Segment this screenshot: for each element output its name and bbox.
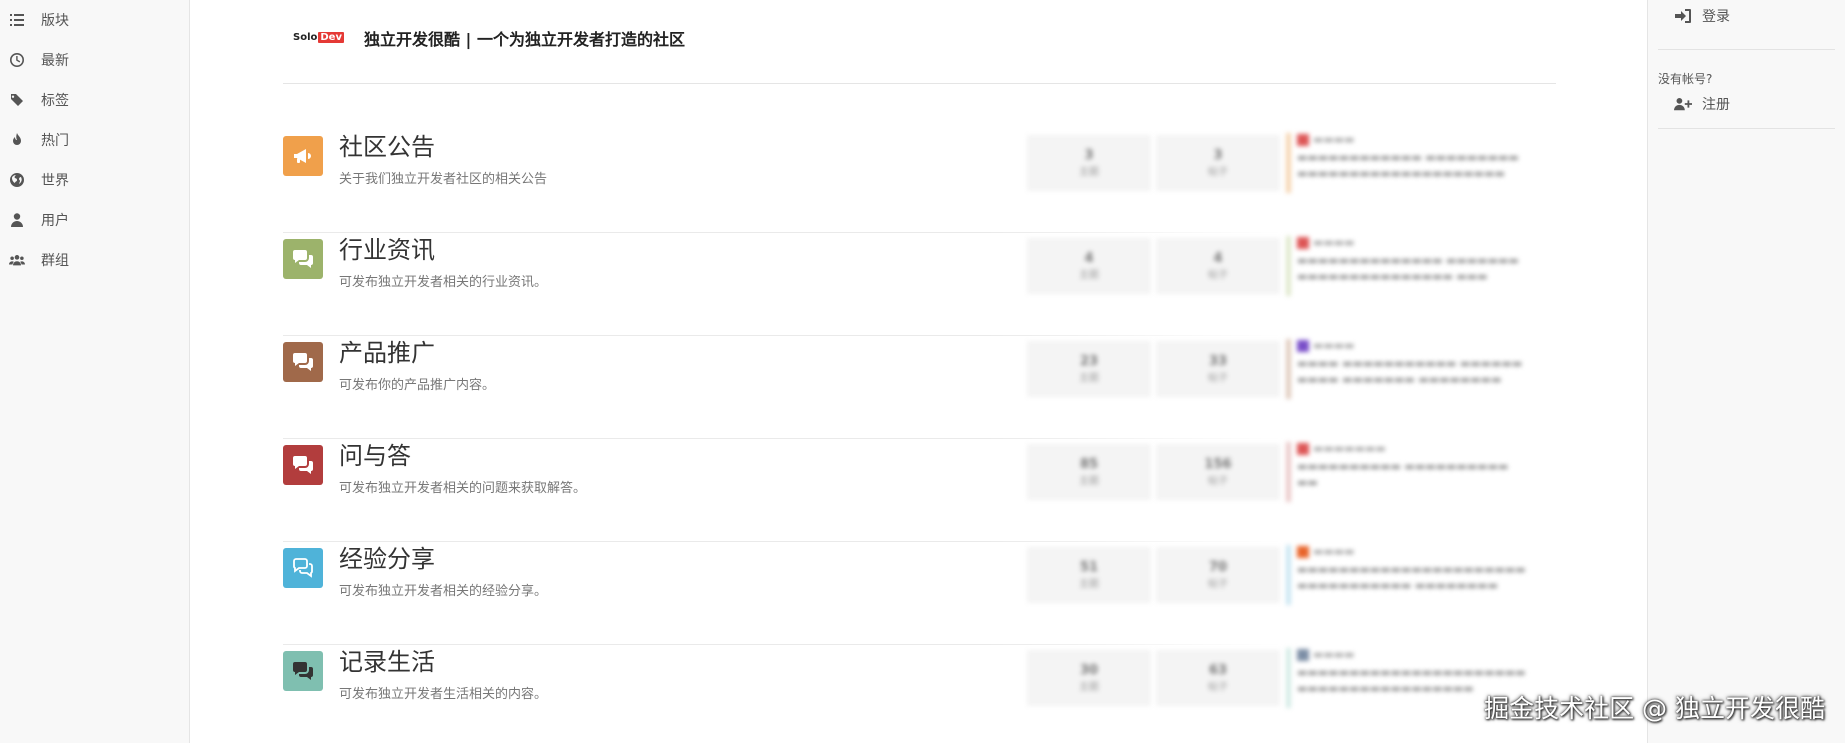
register-label: 注册: [1702, 96, 1730, 113]
topics-count: 85 主题: [1027, 444, 1151, 500]
nav-label: 最新: [41, 53, 69, 69]
category-description: 可发布独立开发者生活相关的内容。: [339, 687, 548, 702]
category-title[interactable]: 问与答: [339, 441, 979, 471]
category-text: 产品推广 可发布你的产品推广内容。: [339, 339, 979, 393]
latest-post-teaser[interactable]: ▬▬▬▬ ▬▬▬▬ ▬▬▬▬▬▬▬▬▬▬▬ ▬▬▬▬▬▬ ▬▬▬▬ ▬▬▬▬▬▬▬…: [1286, 339, 1556, 399]
category-description: 可发布你的产品推广内容。: [339, 378, 496, 393]
category-row: 社区公告 关于我们独立开发者社区的相关公告 3 主题 3 帖子 ▬▬▬▬ ▬▬▬▬▬…: [283, 133, 1556, 239]
register-link[interactable]: 注册: [1658, 87, 1835, 129]
nav-item-popular[interactable]: 热门: [0, 120, 189, 160]
comments-icon: [293, 250, 313, 268]
category-title[interactable]: 经验分享: [339, 544, 979, 574]
user-plus-icon: [1674, 97, 1692, 110]
comments-icon: [293, 353, 313, 371]
nav-label: 群组: [41, 253, 69, 269]
category-icon-box[interactable]: [283, 239, 323, 279]
nav-label: 标签: [41, 93, 69, 109]
category-list: 社区公告 关于我们独立开发者社区的相关公告 3 主题 3 帖子 ▬▬▬▬ ▬▬▬▬▬…: [283, 133, 1556, 743]
category-description: 关于我们独立开发者社区的相关公告: [339, 172, 548, 187]
brand-header: Solo Dev 独立开发很酷 | 一个为独立开发者打造的社区: [283, 0, 1556, 84]
latest-post-teaser[interactable]: ▬▬▬▬ ▬▬▬▬▬▬▬▬▬▬▬▬▬▬ ▬▬▬▬▬▬▬ ▬▬▬▬▬▬▬▬▬▬▬▬▬…: [1286, 236, 1556, 296]
posts-count: 3 帖子: [1156, 135, 1280, 191]
group-icon: [8, 251, 26, 269]
category-text: 记录生活 可发布独立开发者生活相关的内容。: [339, 648, 979, 702]
nav-label: 版块: [41, 13, 69, 29]
category-text: 行业资讯 可发布独立开发者相关的行业资讯。: [339, 236, 979, 290]
login-link[interactable]: 登录: [1658, 0, 1835, 50]
main-content: Solo Dev 独立开发很酷 | 一个为独立开发者打造的社区 社区公告 关于我…: [283, 0, 1556, 743]
nav-item-groups[interactable]: 群组: [0, 240, 189, 280]
topics-count: 30 主题: [1027, 650, 1151, 706]
category-row: 行业资讯 可发布独立开发者相关的行业资讯。 4 主题 4 帖子 ▬▬▬▬ ▬▬▬▬▬…: [283, 236, 1556, 342]
list-icon: [8, 11, 26, 29]
fire-icon: [8, 131, 26, 149]
latest-post-teaser[interactable]: ▬▬▬▬▬▬▬ ▬▬▬▬▬▬▬▬▬▬ ▬▬▬▬▬▬▬▬▬▬ ▬▬: [1286, 442, 1556, 502]
posts-count: 33 帖子: [1156, 341, 1280, 397]
logo-solo-text: Solo: [293, 32, 318, 43]
posts-count: 63 帖子: [1156, 650, 1280, 706]
category-row: 产品推广 可发布你的产品推广内容。 23 主题 33 帖子 ▬▬▬▬ ▬▬▬▬ ▬▬…: [283, 339, 1556, 445]
nav-label: 热门: [41, 133, 69, 149]
clock-icon: [8, 51, 26, 69]
right-sidebar: 登录 没有帐号? 注册: [1647, 0, 1845, 743]
user-icon: [8, 211, 26, 229]
category-icon-box[interactable]: [283, 136, 323, 176]
category-icon-box[interactable]: [283, 651, 323, 691]
category-row: 问与答 可发布独立开发者相关的问题来获取解答。 85 主题 156 帖子 ▬▬▬▬▬…: [283, 442, 1556, 548]
latest-post-teaser[interactable]: ▬▬▬▬ ▬▬▬▬▬▬▬▬▬▬▬▬▬▬▬▬▬▬▬▬▬▬ ▬▬▬▬▬▬▬▬▬▬▬ ▬…: [1286, 545, 1556, 605]
comments-icon: [293, 662, 313, 680]
category-icon-box[interactable]: [283, 548, 323, 588]
category-description: 可发布独立开发者相关的经验分享。: [339, 584, 548, 599]
category-title[interactable]: 社区公告: [339, 132, 979, 162]
latest-post-teaser[interactable]: ▬▬▬▬ ▬▬▬▬▬▬▬▬▬▬▬▬ ▬▬▬▬▬▬▬▬▬ ▬▬▬▬▬▬▬▬▬▬▬▬▬…: [1286, 133, 1556, 193]
nav-item-world[interactable]: 世界: [0, 160, 189, 200]
posts-count: 156 帖子: [1156, 444, 1280, 500]
posts-count: 70 帖子: [1156, 547, 1280, 603]
category-text: 经验分享 可发布独立开发者相关的经验分享。: [339, 545, 979, 599]
app: 版块 最新 标签 热门 世界 用户 群组 Solo Dev 独立开发很酷 | 一…: [0, 0, 1845, 743]
site-logo[interactable]: Solo Dev: [293, 32, 344, 43]
topics-count: 51 主题: [1027, 547, 1151, 603]
no-account-text: 没有帐号?: [1658, 72, 1713, 86]
category-title[interactable]: 记录生活: [339, 647, 979, 677]
category-row: 记录生活 可发布独立开发者生活相关的内容。 30 主题 63 帖子 ▬▬▬▬ ▬▬▬…: [283, 648, 1556, 743]
nav-label: 用户: [41, 213, 69, 229]
category-description: 可发布独立开发者相关的问题来获取解答。: [339, 481, 587, 496]
category-description: 可发布独立开发者相关的行业资讯。: [339, 275, 548, 290]
category-text: 社区公告 关于我们独立开发者社区的相关公告: [339, 133, 979, 187]
tags-icon: [8, 91, 26, 109]
left-sidebar: 版块 最新 标签 热门 世界 用户 群组: [0, 0, 190, 743]
nav-label: 世界: [41, 173, 69, 189]
category-title[interactable]: 产品推广: [339, 338, 979, 368]
nav-item-recent[interactable]: 最新: [0, 40, 189, 80]
logo-dev-text: Dev: [318, 32, 344, 43]
nav-item-categories[interactable]: 版块: [0, 0, 189, 40]
posts-count: 4 帖子: [1156, 238, 1280, 294]
category-text: 问与答 可发布独立开发者相关的问题来获取解答。: [339, 442, 979, 496]
nav-item-users[interactable]: 用户: [0, 200, 189, 240]
bullhorn-icon: [294, 149, 311, 163]
watermark: 掘金技术社区 @ 独立开发很酷: [1484, 694, 1825, 723]
site-title[interactable]: 独立开发很酷 | 一个为独立开发者打造的社区: [364, 26, 685, 50]
login-label: 登录: [1702, 8, 1730, 25]
nav-item-tags[interactable]: 标签: [0, 80, 189, 120]
comments-outline-icon: [293, 558, 313, 578]
category-row: 经验分享 可发布独立开发者相关的经验分享。 51 主题 70 帖子 ▬▬▬▬ ▬▬▬…: [283, 545, 1556, 651]
category-title[interactable]: 行业资讯: [339, 235, 979, 265]
category-icon-box[interactable]: [283, 445, 323, 485]
topics-count: 3 主题: [1027, 135, 1151, 191]
topics-count: 23 主题: [1027, 341, 1151, 397]
category-icon-box[interactable]: [283, 342, 323, 382]
sign-in-icon: [1675, 8, 1691, 23]
comments-icon: [293, 456, 313, 474]
topics-count: 4 主题: [1027, 238, 1151, 294]
globe-icon: [8, 171, 26, 189]
